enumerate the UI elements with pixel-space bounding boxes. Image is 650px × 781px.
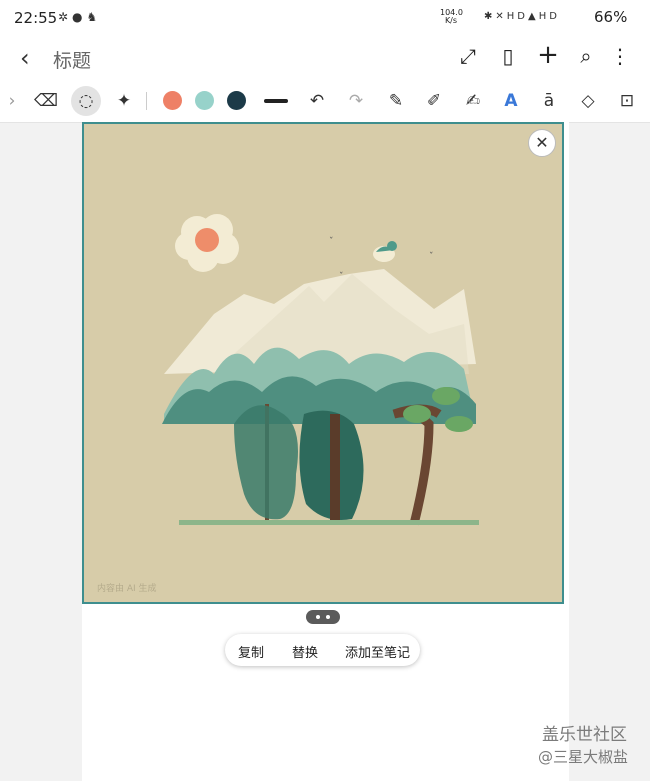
- clock: 22:55: [14, 9, 58, 27]
- copy-button[interactable]: 复制: [238, 642, 264, 661]
- community-watermark: 盖乐世社区: [542, 725, 627, 745]
- add-icon[interactable]: +: [536, 40, 560, 70]
- search-icon[interactable]: ⌕: [574, 44, 598, 68]
- pen-tool-icon[interactable]: ✎: [383, 88, 409, 114]
- more-icon[interactable]: ⋮: [608, 44, 632, 68]
- undo-icon[interactable]: ↶: [304, 88, 330, 114]
- lasso-icon[interactable]: ◌: [71, 86, 101, 116]
- app-bar: ‹ 标题 ⤢ ▯ + ⌕ ⋮: [0, 36, 650, 80]
- pen-thickness-icon[interactable]: [264, 99, 288, 103]
- svg-text:ˇ: ˇ: [339, 271, 344, 282]
- note-title[interactable]: 标题: [53, 46, 91, 73]
- close-icon[interactable]: ✕: [528, 129, 556, 157]
- user-watermark: @三星大椒盐: [538, 748, 629, 766]
- color-swatch-coral[interactable]: [163, 91, 182, 110]
- text-box-icon[interactable]: ā: [536, 88, 562, 114]
- network-speed: 104.0 K/s: [440, 8, 463, 25]
- shapes-icon[interactable]: ◇: [575, 88, 601, 114]
- ai-watermark: 内容由 AI 生成: [97, 584, 157, 594]
- lock-icon[interactable]: ⊡: [614, 88, 640, 114]
- notification-icons: ✲●♞: [58, 10, 102, 24]
- expand-icon[interactable]: ⤢: [456, 44, 480, 68]
- font-style-icon[interactable]: A: [498, 88, 524, 114]
- svg-text:ˇ: ˇ: [329, 236, 334, 247]
- book-icon[interactable]: ▯: [496, 44, 520, 68]
- landscape-illustration: ˇ ˇ ˇ: [162, 214, 479, 526]
- ai-sparkle-icon[interactable]: ✦: [111, 88, 137, 114]
- toolbar-divider: [146, 92, 147, 110]
- status-bar: 22:55 ✲●♞ 104.0 K/s ✱✕HD▲HD 66%: [0, 0, 650, 36]
- color-swatch-navy[interactable]: [227, 91, 246, 110]
- text-pen-icon[interactable]: ✍: [460, 88, 486, 114]
- eraser-icon[interactable]: ⌫: [33, 88, 59, 114]
- battery-level: 66%: [594, 8, 628, 26]
- back-icon[interactable]: ‹: [20, 44, 30, 72]
- svg-text:ˇ: ˇ: [429, 251, 434, 262]
- highlighter-icon[interactable]: ✐: [421, 88, 447, 114]
- replace-button[interactable]: 替换: [292, 642, 318, 661]
- system-icons: ✱✕HD▲HD: [484, 11, 560, 22]
- add-to-note-button[interactable]: 添加至笔记: [345, 642, 410, 661]
- drawing-toolbar: › ⌫ ◌ ✦ ↶ ↷ ✎ ✐ ✍ A ā ◇ ⊡: [0, 80, 650, 123]
- chevron-right-icon[interactable]: ›: [2, 88, 22, 114]
- selected-image[interactable]: ˇ ˇ ˇ: [82, 122, 564, 604]
- color-swatch-teal[interactable]: [195, 91, 214, 110]
- context-menu: 复制 替换 添加至笔记: [225, 634, 420, 666]
- redo-icon[interactable]: ↷: [343, 88, 369, 114]
- more-dots-icon[interactable]: [306, 610, 340, 624]
